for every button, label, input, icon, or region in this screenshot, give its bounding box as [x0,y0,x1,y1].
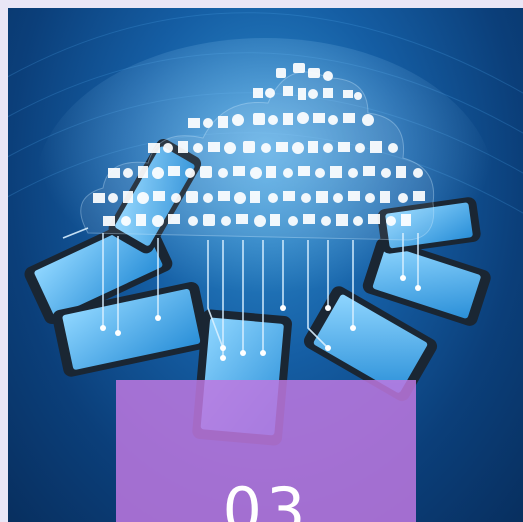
number-overlay-box: 03 [116,380,416,522]
page-frame: 03 [0,0,523,522]
section-number: 03 [222,474,310,522]
